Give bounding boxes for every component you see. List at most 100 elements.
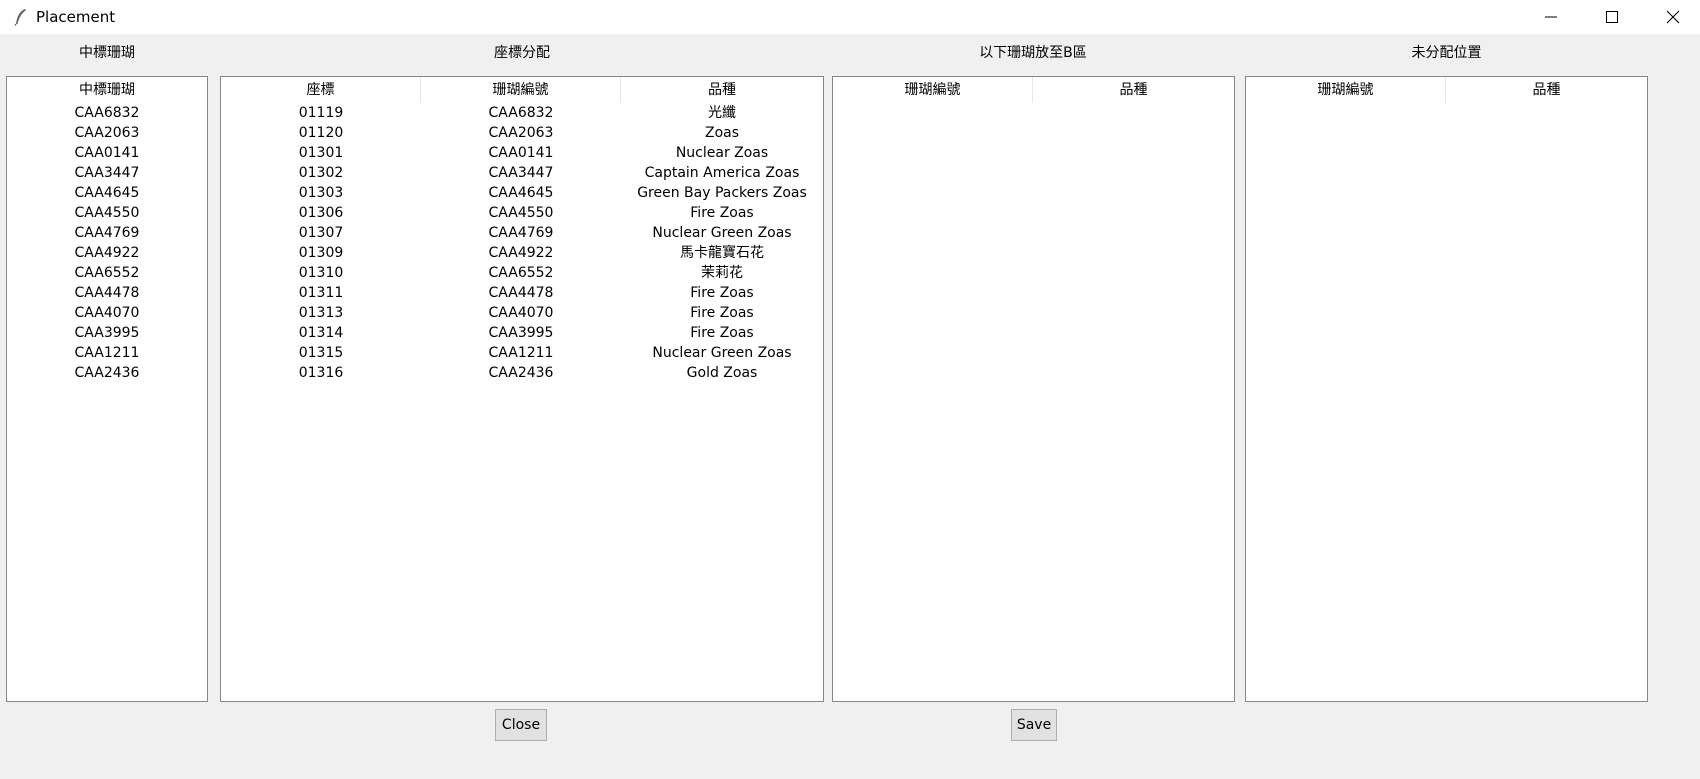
column-header-coral[interactable]: 中標珊瑚 <box>7 77 207 103</box>
coordinate-cell: 01309 <box>298 245 344 261</box>
table-row[interactable]: 01309 CAA4922 馬卡龍寶石花 <box>221 243 823 263</box>
close-button[interactable]: Close <box>495 709 547 741</box>
coral-id-cell: CAA6552 <box>488 265 554 281</box>
coordinate-cell: 01315 <box>298 345 344 361</box>
coral-id-cell: CAA3447 <box>488 165 554 181</box>
heading-area-b: 以下珊瑚放至B區 <box>979 45 1087 61</box>
table-row[interactable]: 01314 CAA3995 Fire Zoas <box>221 323 823 343</box>
column-header-species[interactable]: 品種 <box>1446 77 1647 103</box>
coral-id-cell: CAA3995 <box>488 325 554 341</box>
table-row[interactable]: 01311 CAA4478 Fire Zoas <box>221 283 823 303</box>
column-header-coral-id[interactable]: 珊瑚編號 <box>1246 77 1446 103</box>
coral-id-cell: CAA6832 <box>488 105 554 121</box>
table-row[interactable]: 01313 CAA4070 Fire Zoas <box>221 303 823 323</box>
table-row[interactable]: 01303 CAA4645 Green Bay Packers Zoas <box>221 183 823 203</box>
coral-id-cell: CAA6552 <box>74 265 140 281</box>
coordinate-cell: 01301 <box>298 145 344 161</box>
coral-id-cell: CAA4070 <box>488 305 554 321</box>
assignment-table[interactable]: 座標 珊瑚編號 品種 01119 CAA6832 光纖 01120 CAA2063 Zoa… <box>220 76 824 702</box>
species-cell: Green Bay Packers Zoas <box>637 185 807 201</box>
save-button[interactable]: Save <box>1011 709 1057 741</box>
table-row[interactable]: 01306 CAA4550 Fire Zoas <box>221 203 823 223</box>
species-cell: 光纖 <box>708 105 736 121</box>
list-item[interactable]: CAA6552 <box>7 263 207 283</box>
list-header-row: 中標珊瑚 <box>7 77 207 103</box>
unassigned-table[interactable]: 珊瑚編號 品種 <box>1245 76 1648 702</box>
list-item[interactable]: CAA4922 <box>7 243 207 263</box>
table-row[interactable]: 01301 CAA0141 Nuclear Zoas <box>221 143 823 163</box>
heading-winning-corals: 中標珊瑚 <box>79 45 135 61</box>
species-cell: Captain America Zoas <box>644 165 800 181</box>
table-row[interactable]: 01120 CAA2063 Zoas <box>221 123 823 143</box>
table-header-row: 座標 珊瑚編號 品種 <box>221 77 823 103</box>
coral-id-cell: CAA3447 <box>74 165 140 181</box>
list-item[interactable]: CAA2436 <box>7 363 207 383</box>
coral-id-cell: CAA4478 <box>74 285 140 301</box>
coral-id-cell: CAA4922 <box>488 245 554 261</box>
coral-id-cell: CAA4070 <box>74 305 140 321</box>
table-row[interactable]: 01307 CAA4769 Nuclear Green Zoas <box>221 223 823 243</box>
area-b-table[interactable]: 珊瑚編號 品種 <box>832 76 1235 702</box>
coordinate-cell: 01307 <box>298 225 344 241</box>
species-cell: 茉莉花 <box>701 265 743 281</box>
species-cell: Fire Zoas <box>690 325 754 341</box>
list-item[interactable]: CAA0141 <box>7 143 207 163</box>
column-header-species[interactable]: 品種 <box>1033 77 1234 103</box>
coral-id-cell: CAA4550 <box>74 205 140 221</box>
coordinate-cell: 01119 <box>298 105 344 121</box>
winning-corals-rows: CAA6832 CAA2063 CAA0141 CAA3447 CAA4645 CAA45… <box>7 103 207 383</box>
coral-id-cell: CAA4550 <box>488 205 554 221</box>
coral-id-cell: CAA6832 <box>74 105 140 121</box>
column-header-species[interactable]: 品種 <box>621 77 823 103</box>
list-item[interactable]: CAA4070 <box>7 303 207 323</box>
species-cell: Fire Zoas <box>690 285 754 301</box>
coral-id-cell: CAA3995 <box>74 325 140 341</box>
species-cell: Nuclear Green Zoas <box>652 225 792 241</box>
coordinate-cell: 01306 <box>298 205 344 221</box>
coordinate-cell: 01316 <box>298 365 344 381</box>
coordinate-cell: 01310 <box>298 265 344 281</box>
coral-id-cell: CAA4769 <box>74 225 140 241</box>
column-header-coral-id[interactable]: 珊瑚編號 <box>421 77 621 103</box>
feather-icon <box>12 8 30 26</box>
list-item[interactable]: CAA4550 <box>7 203 207 223</box>
table-row[interactable]: 01310 CAA6552 茉莉花 <box>221 263 823 283</box>
table-header-row: 珊瑚編號 品種 <box>833 77 1234 103</box>
heading-unassigned: 未分配位置 <box>1411 45 1482 61</box>
assignment-rows: 01119 CAA6832 光纖 01120 CAA2063 Zoas 01301 CAA01… <box>221 103 823 383</box>
table-header-row: 珊瑚編號 品種 <box>1246 77 1647 103</box>
coral-id-cell: CAA2063 <box>488 125 554 141</box>
species-cell: 馬卡龍寶石花 <box>680 245 764 261</box>
table-row[interactable]: 01119 CAA6832 光纖 <box>221 103 823 123</box>
list-item[interactable]: CAA1211 <box>7 343 207 363</box>
maximize-button[interactable] <box>1587 0 1637 34</box>
minimize-button[interactable] <box>1526 0 1576 34</box>
coordinate-cell: 01313 <box>298 305 344 321</box>
species-cell: Fire Zoas <box>690 205 754 221</box>
table-row[interactable]: 01316 CAA2436 Gold Zoas <box>221 363 823 383</box>
table-row[interactable]: 01315 CAA1211 Nuclear Green Zoas <box>221 343 823 363</box>
list-item[interactable]: CAA6832 <box>7 103 207 123</box>
list-item[interactable]: CAA4769 <box>7 223 207 243</box>
list-item[interactable]: CAA3447 <box>7 163 207 183</box>
close-window-button[interactable] <box>1648 0 1698 34</box>
coordinate-cell: 01314 <box>298 325 344 341</box>
species-cell: Nuclear Green Zoas <box>652 345 792 361</box>
table-row[interactable]: 01302 CAA3447 Captain America Zoas <box>221 163 823 183</box>
column-header-coral-id[interactable]: 珊瑚編號 <box>833 77 1033 103</box>
coral-id-cell: CAA1211 <box>74 345 140 361</box>
column-header-coordinate[interactable]: 座標 <box>221 77 421 103</box>
coral-id-cell: CAA4478 <box>488 285 554 301</box>
species-cell: Gold Zoas <box>686 365 758 381</box>
winning-corals-list[interactable]: 中標珊瑚 CAA6832 CAA2063 CAA0141 CAA3447 CAA4645… <box>6 76 208 702</box>
coordinate-cell: 01120 <box>298 125 344 141</box>
list-item[interactable]: CAA4645 <box>7 183 207 203</box>
window-title: Placement <box>36 8 116 26</box>
minimize-icon <box>1545 16 1557 18</box>
list-item[interactable]: CAA4478 <box>7 283 207 303</box>
list-item[interactable]: CAA3995 <box>7 323 207 343</box>
coordinate-cell: 01302 <box>298 165 344 181</box>
maximize-icon <box>1606 11 1618 23</box>
coral-id-cell: CAA1211 <box>488 345 554 361</box>
list-item[interactable]: CAA2063 <box>7 123 207 143</box>
